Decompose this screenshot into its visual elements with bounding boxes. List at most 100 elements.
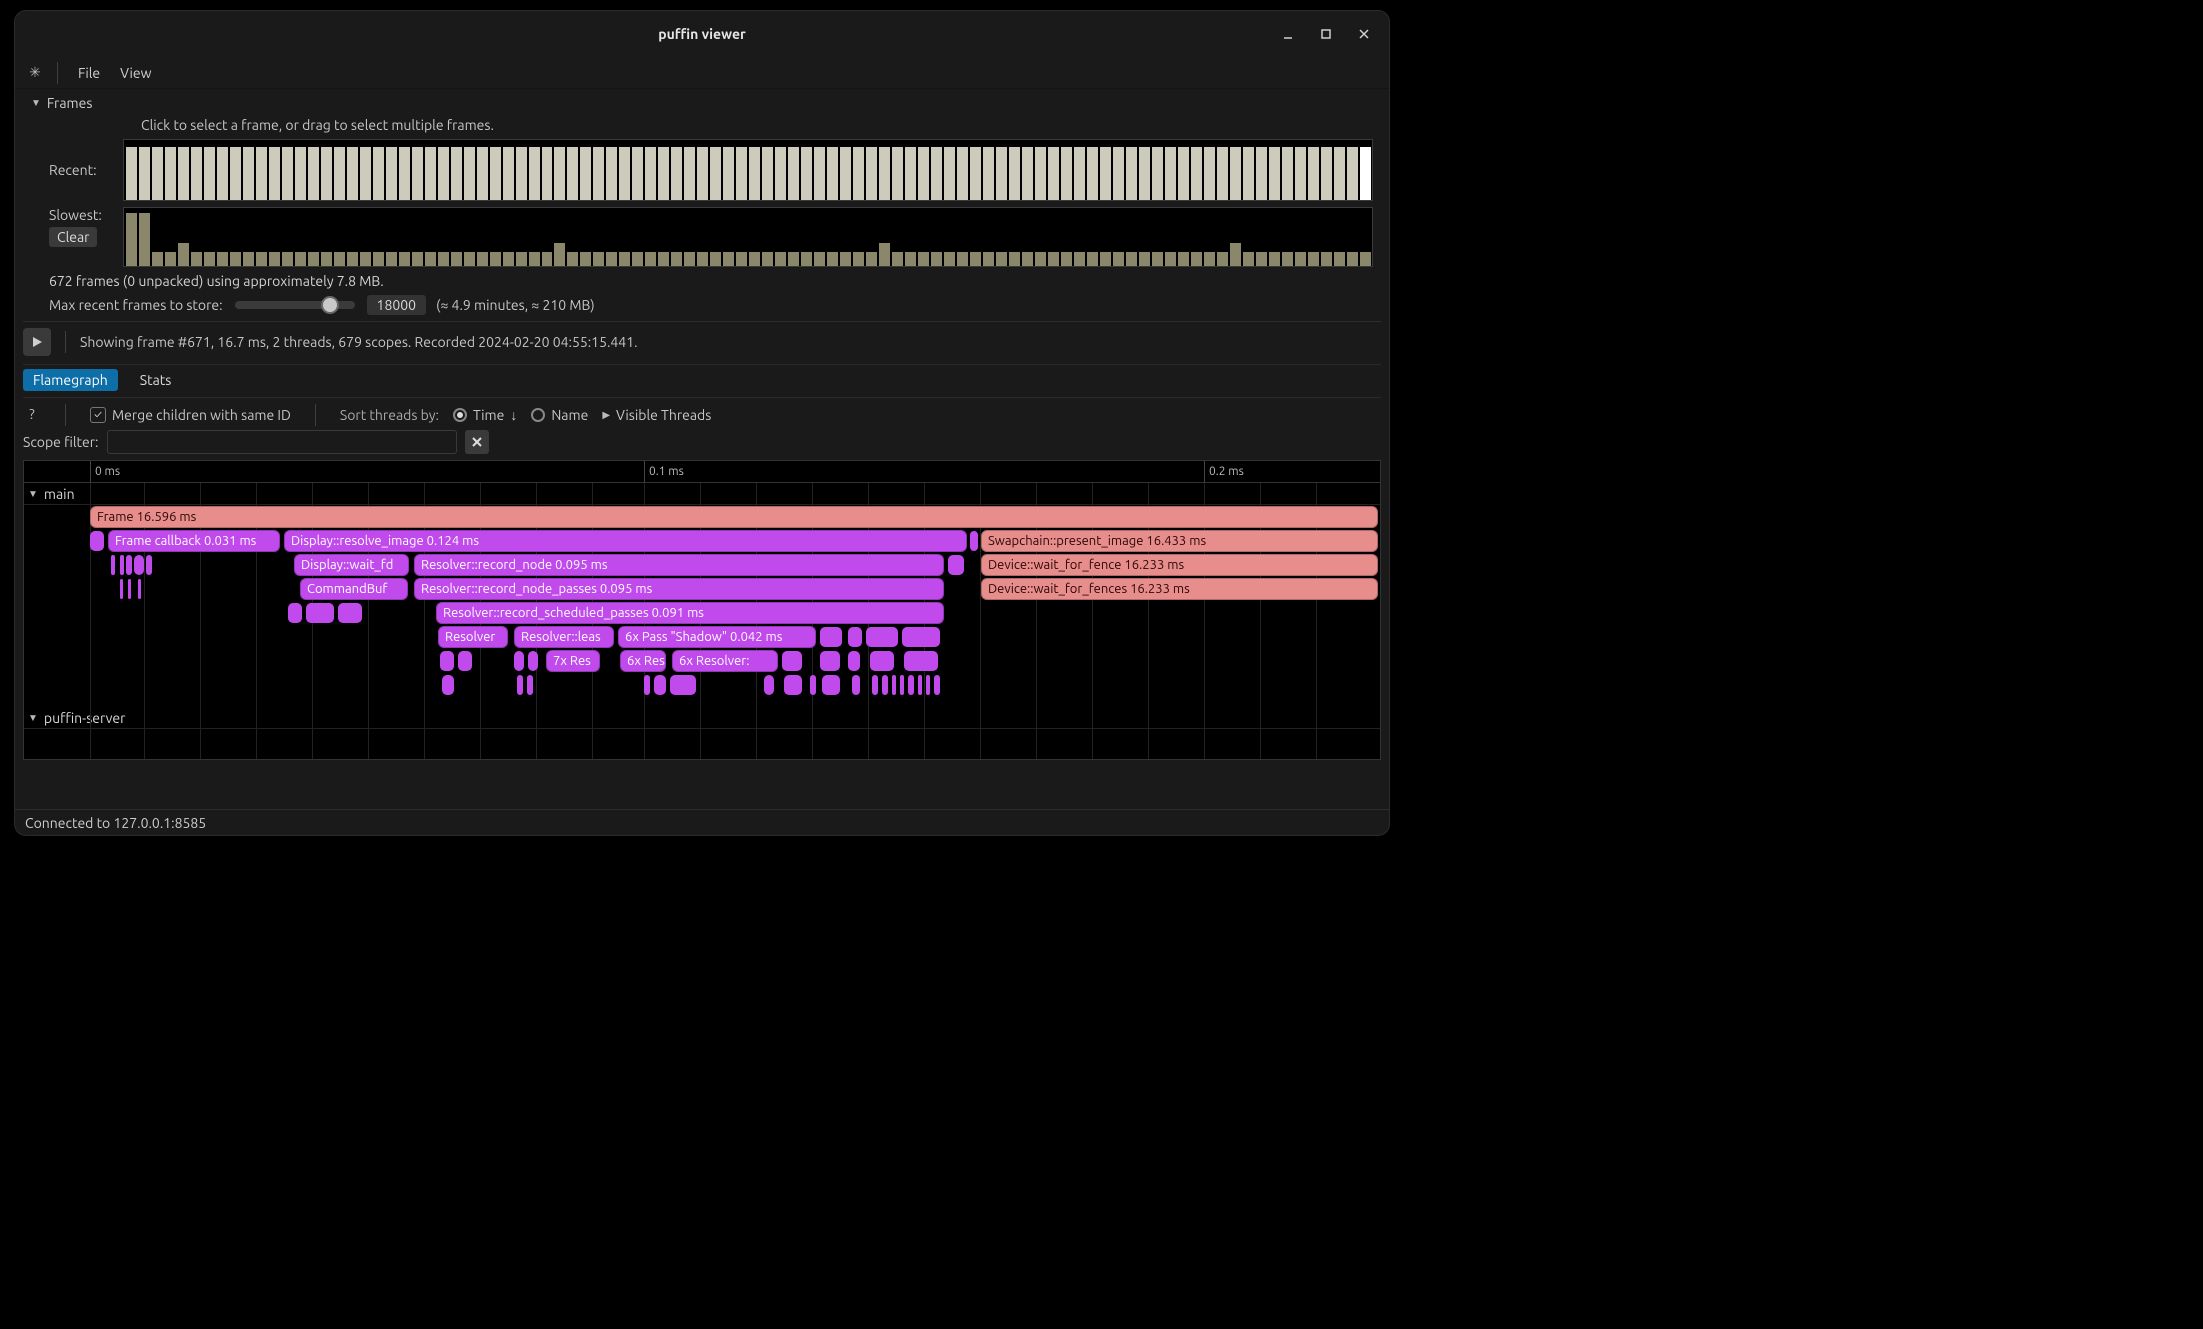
chevron-down-icon: ▼ bbox=[31, 97, 41, 109]
scope-blob[interactable] bbox=[882, 675, 888, 695]
scope-blob[interactable] bbox=[670, 675, 696, 695]
scope-blob[interactable] bbox=[517, 675, 523, 695]
clear-filter-button[interactable] bbox=[465, 430, 489, 454]
scope-blob[interactable] bbox=[902, 627, 940, 647]
scope-blob[interactable] bbox=[458, 651, 472, 671]
help-button[interactable]: ? bbox=[23, 406, 41, 424]
scope-blob[interactable] bbox=[926, 675, 930, 695]
scope-blob[interactable] bbox=[918, 675, 922, 695]
scope-blob[interactable] bbox=[644, 675, 650, 695]
scope-blob[interactable] bbox=[138, 579, 141, 599]
scope-blob[interactable] bbox=[120, 579, 123, 599]
scope-blob[interactable] bbox=[527, 675, 533, 695]
scope-blob[interactable] bbox=[900, 675, 904, 695]
scope-blob[interactable] bbox=[442, 675, 454, 695]
scope-filter-label: Scope filter: bbox=[23, 434, 99, 450]
scope-blob[interactable] bbox=[288, 603, 302, 623]
thread-main-header[interactable]: ▼ main bbox=[24, 483, 1380, 505]
scope-blob[interactable] bbox=[872, 675, 878, 695]
scope-blob[interactable] bbox=[810, 675, 816, 695]
view-tabs: Flamegraph Stats bbox=[23, 364, 1381, 398]
scope-wait-fences[interactable]: Device::wait_for_fences 16.233 ms bbox=[981, 578, 1378, 600]
sort-time-radio[interactable] bbox=[453, 408, 467, 422]
scope-blob[interactable] bbox=[90, 531, 104, 551]
chevron-right-icon: ▶ bbox=[602, 409, 610, 421]
scope-blob[interactable] bbox=[866, 627, 898, 647]
recent-frames-chart[interactable] bbox=[123, 139, 1373, 201]
scope-blob[interactable] bbox=[782, 651, 802, 671]
scope-blob[interactable] bbox=[822, 675, 840, 695]
scope-blob[interactable] bbox=[120, 555, 124, 575]
app-icon: ✳ bbox=[23, 64, 47, 81]
ruler-tick: 0 ms bbox=[90, 461, 120, 482]
clear-button[interactable]: Clear bbox=[49, 227, 97, 247]
menu-file[interactable]: File bbox=[68, 61, 110, 85]
scope-resolver6x[interactable]: 6x Resolver: bbox=[672, 650, 778, 672]
scope-present-image[interactable]: Swapchain::present_image 16.433 ms bbox=[981, 530, 1378, 552]
merge-checkbox[interactable] bbox=[90, 407, 106, 423]
window-title: puffin viewer bbox=[658, 26, 746, 42]
scope-blob[interactable] bbox=[820, 627, 842, 647]
scope-blob[interactable] bbox=[128, 579, 131, 599]
scope-blob[interactable] bbox=[784, 675, 802, 695]
thread-puffin-server-header[interactable]: ▼ puffin-server bbox=[24, 707, 1380, 729]
max-frames-value[interactable]: 18000 bbox=[367, 295, 426, 315]
playback-row: Showing frame #671, 16.7 ms, 2 threads, … bbox=[23, 321, 1381, 364]
scope-blob[interactable] bbox=[134, 555, 144, 575]
scope-resolver-leas[interactable]: Resolver::leas bbox=[514, 626, 614, 648]
scope-blob[interactable] bbox=[948, 555, 964, 575]
sort-name-radio[interactable] bbox=[531, 408, 545, 422]
separator bbox=[65, 404, 66, 426]
ruler-tick: 0.2 ms bbox=[1204, 461, 1244, 482]
scope-blob[interactable] bbox=[848, 651, 860, 671]
flamegraph-view[interactable]: 0 ms 0.1 ms 0.2 ms bbox=[23, 460, 1381, 760]
maximize-button[interactable] bbox=[1311, 19, 1341, 49]
scope-display-wait[interactable]: Display::wait_fd bbox=[294, 554, 409, 576]
scope-blob[interactable] bbox=[306, 603, 334, 623]
scope-record-node[interactable]: Resolver::record_node 0.095 ms bbox=[414, 554, 944, 576]
scope-blob[interactable] bbox=[852, 675, 860, 695]
slider-thumb[interactable] bbox=[321, 296, 339, 314]
scope-blob[interactable] bbox=[440, 651, 454, 671]
scope-blob[interactable] bbox=[528, 651, 538, 671]
scope-blob[interactable] bbox=[870, 651, 894, 671]
visible-threads-toggle[interactable]: ▶ Visible Threads bbox=[602, 407, 711, 423]
scope-blob[interactable] bbox=[338, 603, 362, 623]
scope-frame[interactable]: Frame 16.596 ms bbox=[90, 506, 1378, 528]
scope-wait-fence[interactable]: Device::wait_for_fence 16.233 ms bbox=[981, 554, 1378, 576]
scope-res6x[interactable]: 6x Res bbox=[620, 650, 666, 672]
tab-stats[interactable]: Stats bbox=[130, 369, 182, 391]
scope-blob[interactable] bbox=[820, 651, 840, 671]
scope-blob[interactable] bbox=[514, 651, 524, 671]
frames-title: Frames bbox=[47, 95, 93, 111]
close-button[interactable] bbox=[1349, 19, 1379, 49]
scope-blob[interactable] bbox=[848, 627, 862, 647]
scope-blob[interactable] bbox=[892, 675, 896, 695]
tab-flamegraph[interactable]: Flamegraph bbox=[23, 369, 118, 391]
scope-blob[interactable] bbox=[654, 675, 666, 695]
play-button[interactable] bbox=[23, 328, 51, 356]
scope-cmdbuf[interactable]: CommandBuf bbox=[300, 578, 408, 600]
scope-blob[interactable] bbox=[970, 531, 978, 551]
scope-blob[interactable] bbox=[126, 555, 132, 575]
max-frames-slider[interactable] bbox=[235, 301, 355, 309]
separator bbox=[315, 404, 316, 426]
scope-blob[interactable] bbox=[146, 555, 152, 575]
frames-header[interactable]: ▼ Frames bbox=[23, 93, 1381, 117]
scope-resolver[interactable]: Resolver bbox=[438, 626, 508, 648]
scope-resolve-image[interactable]: Display::resolve_image 0.124 ms bbox=[284, 530, 967, 552]
scope-record-scheduled[interactable]: Resolver::record_scheduled_passes 0.091 … bbox=[436, 602, 944, 624]
scope-blob[interactable] bbox=[908, 675, 914, 695]
scope-res7x[interactable]: 7x Res bbox=[546, 650, 600, 672]
scope-frame-callback[interactable]: Frame callback 0.031 ms bbox=[108, 530, 280, 552]
scope-blob[interactable] bbox=[764, 675, 774, 695]
scope-blob[interactable] bbox=[934, 675, 940, 695]
scope-blob[interactable] bbox=[904, 651, 938, 671]
menu-view[interactable]: View bbox=[110, 61, 161, 85]
slowest-frames-chart[interactable] bbox=[123, 207, 1373, 267]
minimize-button[interactable] bbox=[1273, 19, 1303, 49]
scope-record-node-passes[interactable]: Resolver::record_node_passes 0.095 ms bbox=[414, 578, 944, 600]
scope-pass-shadow[interactable]: 6x Pass "Shadow" 0.042 ms bbox=[618, 626, 816, 648]
scope-blob[interactable] bbox=[111, 555, 115, 575]
scope-filter-input[interactable] bbox=[107, 430, 457, 454]
